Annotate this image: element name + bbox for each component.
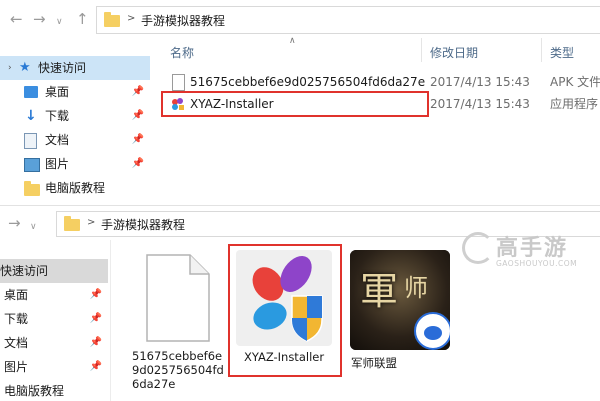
- watermark-domain: GAOSHOUYOU.COM: [496, 259, 578, 268]
- pane-divider: [110, 240, 111, 401]
- sidebar-item-label: 快速访问: [38, 61, 87, 75]
- sidebar-item-downloads[interactable]: ↓ 下载 📌: [0, 104, 150, 128]
- forward-arrow-icon[interactable]: →: [33, 10, 46, 28]
- file-date: 2017/4/13 15:43: [430, 97, 530, 111]
- file-tile[interactable]: 51675cebbef6e 9d025756504fd 6da27e: [128, 248, 230, 398]
- back-arrow-icon[interactable]: ←: [10, 10, 23, 28]
- file-type: 应用程序: [550, 97, 599, 111]
- folder-icon: [64, 216, 80, 231]
- file-type: APK 文件: [550, 75, 600, 89]
- top-explorer-window: ← → ∨ ↑ > 手游模拟器教程 › ★ 快速访问 桌面 📌 ↓ 下载 📌 文…: [0, 0, 600, 205]
- up-arrow-icon[interactable]: ↑: [76, 10, 89, 28]
- sidebar-item-quick-access[interactable]: 快速访问: [0, 259, 108, 283]
- baidu-paw-icon: [424, 326, 442, 340]
- watermark-logo-icon: [462, 232, 494, 264]
- game-calligraphy-icon: 师: [404, 274, 428, 302]
- file-date: 2017/4/13 15:43: [430, 75, 530, 89]
- breadcrumb-separator-icon: >: [87, 217, 96, 228]
- sidebar-item-label: 文档: [45, 133, 70, 147]
- sidebar-item-label: 下载: [45, 109, 70, 123]
- sidebar-item-label: 图片: [4, 360, 29, 374]
- sidebar-item-label: 快速访问: [0, 264, 49, 278]
- sidebar-item-label: 电脑版教程: [4, 384, 65, 398]
- sidebar-item-label: 桌面: [4, 288, 29, 302]
- bottom-explorer-window: → ∨ > 手游模拟器教程 快速访问 桌面 📌 下载 📌 文档 📌 图片 📌 电…: [0, 205, 600, 401]
- document-icon: [24, 133, 37, 149]
- download-arrow-icon: ↓: [25, 108, 37, 124]
- folder-icon: [24, 181, 40, 196]
- recent-dropdown-icon[interactable]: ∨: [56, 13, 63, 31]
- sidebar-item-documents[interactable]: 文档 📌: [0, 331, 108, 355]
- sidebar-item-desktop[interactable]: 桌面 📌: [0, 80, 150, 104]
- sidebar-item-label: 图片: [45, 157, 70, 171]
- breadcrumb-separator-icon: >: [127, 13, 136, 24]
- breadcrumb-current[interactable]: 手游模拟器教程: [101, 216, 185, 233]
- address-bar[interactable]: > 手游模拟器教程: [96, 6, 600, 34]
- blank-file-icon: [172, 74, 185, 91]
- game-tile[interactable]: 軍 师 军师联盟: [345, 248, 455, 374]
- column-header-date[interactable]: 修改日期: [430, 44, 478, 61]
- column-divider[interactable]: [541, 38, 542, 62]
- tile-label-line: 6da27e: [132, 377, 176, 391]
- sidebar-item-pictures[interactable]: 图片 📌: [0, 152, 150, 176]
- sort-ascending-icon: ∧: [289, 36, 296, 46]
- sidebar-item-downloads[interactable]: 下载 📌: [0, 307, 108, 331]
- pin-icon[interactable]: 📌: [132, 128, 144, 152]
- tile-label: 51675cebbef6e 9d025756504fd 6da27e: [128, 349, 230, 391]
- sidebar-item-desktop[interactable]: 桌面 📌: [0, 283, 108, 307]
- sidebar-item-pictures[interactable]: 图片 📌: [0, 355, 108, 379]
- sidebar-item-pc-tutorial[interactable]: 电脑版教程: [0, 176, 150, 200]
- watermark: 高手游 GAOSHOUYOU.COM: [462, 230, 592, 272]
- sidebar-item-label: 下载: [4, 312, 29, 326]
- file-name: 51675cebbef6e9d025756504fd6da27e: [190, 75, 426, 89]
- pin-icon[interactable]: 📌: [90, 355, 102, 379]
- pin-icon[interactable]: 📌: [90, 307, 102, 331]
- pin-icon[interactable]: 📌: [132, 104, 144, 128]
- pin-icon[interactable]: 📌: [132, 152, 144, 176]
- pin-icon[interactable]: 📌: [132, 80, 144, 104]
- tile-label-line: 9d025756504fd: [132, 363, 224, 377]
- column-header-type[interactable]: 类型: [550, 44, 574, 61]
- folder-icon: [104, 12, 120, 27]
- pin-icon[interactable]: 📌: [90, 283, 102, 307]
- baidu-badge-icon: [414, 312, 450, 350]
- highlight-box: [228, 244, 342, 377]
- pin-icon[interactable]: 📌: [90, 331, 102, 355]
- column-header-name[interactable]: 名称: [170, 44, 194, 61]
- tile-label: 军师联盟: [351, 356, 397, 370]
- sidebar-item-quick-access[interactable]: › ★ 快速访问: [0, 56, 150, 80]
- game-calligraphy-icon: 軍: [360, 269, 399, 313]
- watermark-brand: 高手游: [496, 236, 569, 261]
- highlight-box: [161, 91, 429, 117]
- file-row[interactable]: 51675cebbef6e9d025756504fd6da27e 2017/4/…: [165, 71, 600, 93]
- blank-file-icon: [146, 254, 210, 342]
- forward-arrow-icon[interactable]: →: [8, 214, 21, 232]
- desktop-icon: [24, 86, 38, 98]
- sidebar-item-label: 桌面: [45, 85, 70, 99]
- sidebar-item-label: 电脑版教程: [45, 181, 106, 195]
- expand-chevron-icon[interactable]: ›: [8, 56, 12, 80]
- column-divider[interactable]: [421, 38, 422, 62]
- top-toolbar: ← → ∨ ↑ > 手游模拟器教程: [0, 0, 600, 38]
- tile-label-line: 51675cebbef6e: [132, 349, 223, 363]
- game-icon: 軍 师: [350, 250, 450, 350]
- sidebar-item-pc-tutorial[interactable]: 电脑版教程: [0, 379, 108, 401]
- sidebar-item-label: 文档: [4, 336, 29, 350]
- sidebar-item-documents[interactable]: 文档 📌: [0, 128, 150, 152]
- star-icon: ★: [19, 60, 31, 75]
- breadcrumb-current[interactable]: 手游模拟器教程: [141, 12, 225, 29]
- picture-icon: [24, 158, 40, 172]
- recent-dropdown-icon[interactable]: ∨: [30, 218, 37, 236]
